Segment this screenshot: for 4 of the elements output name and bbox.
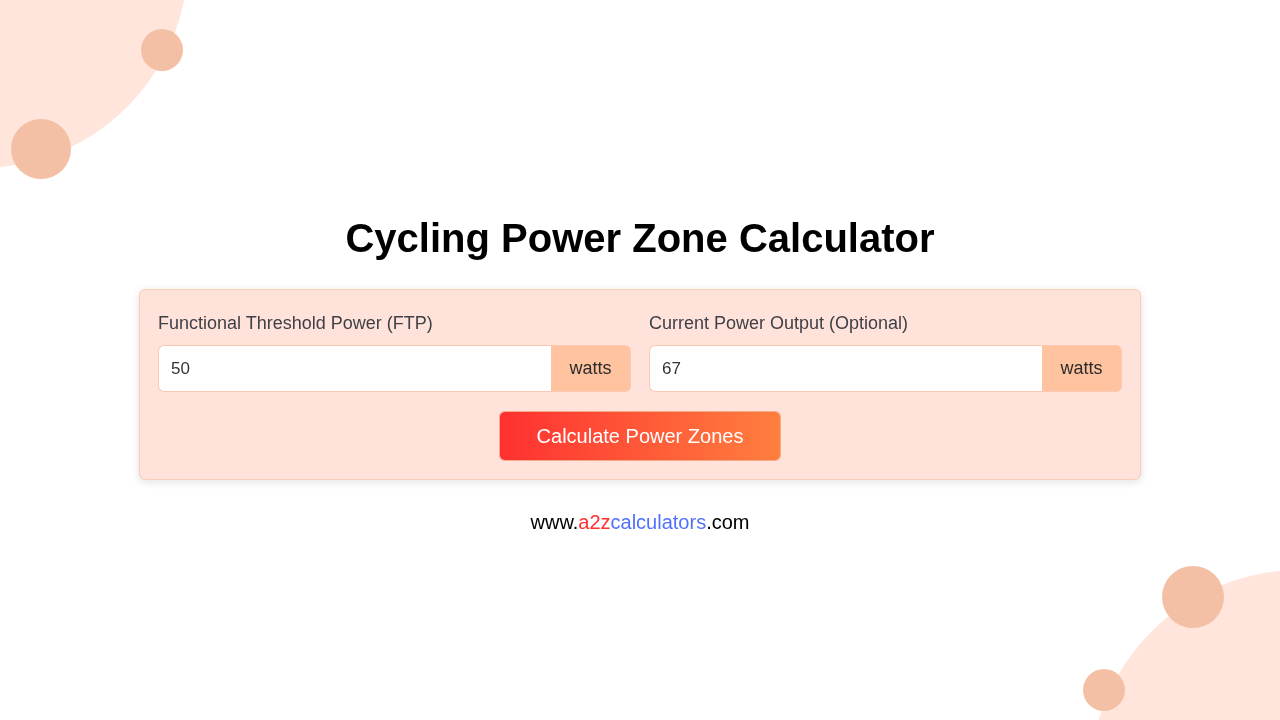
field-label: Functional Threshold Power (FTP) [158, 312, 434, 334]
page-title: Cycling Power Zone Calculator [345, 215, 935, 262]
field-label: Current Power Output (Optional) [649, 312, 910, 334]
website-url: www.a2zcalculators.com [530, 510, 750, 534]
